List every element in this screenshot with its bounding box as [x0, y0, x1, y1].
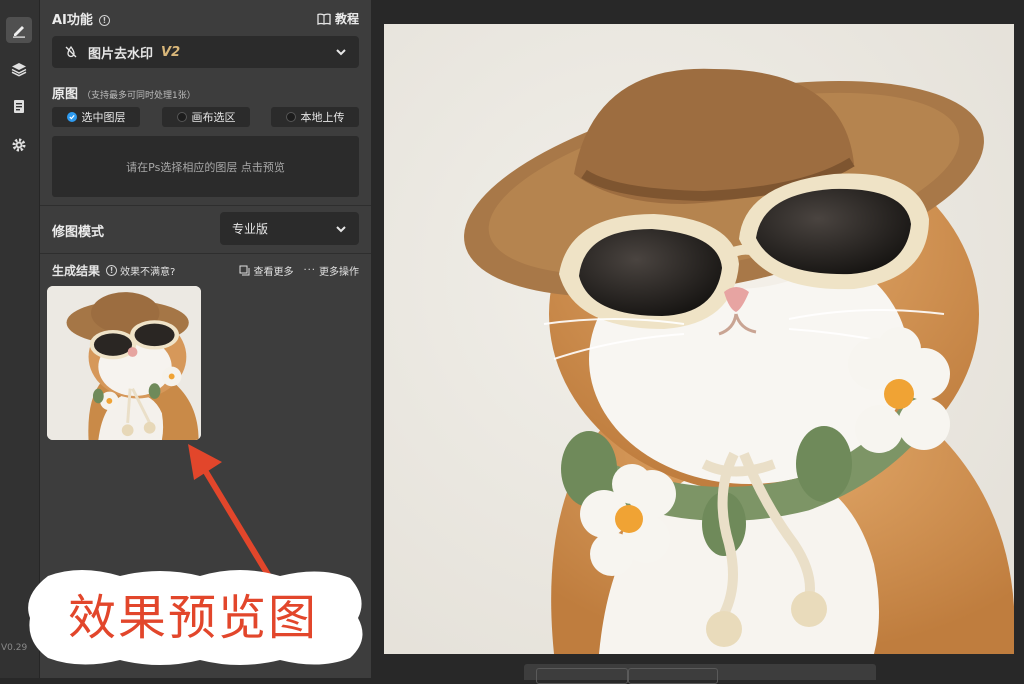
- divider: [40, 253, 371, 254]
- info-icon[interactable]: !: [98, 15, 110, 26]
- radio-checked-icon: [66, 112, 77, 122]
- gallery-icon: [239, 265, 250, 275]
- layers-icon: [11, 63, 27, 77]
- option-selected-layer[interactable]: 选中图层: [52, 107, 140, 127]
- settings-tool-button[interactable]: [6, 132, 32, 158]
- source-title: 原图 （支持最多可同时处理1张）: [52, 87, 196, 102]
- more-actions-link[interactable]: ··· 更多操作: [303, 263, 359, 278]
- source-drop-area[interactable]: 请在Ps选择相应的图层 点击预览: [52, 136, 359, 197]
- edit-tool-button[interactable]: [6, 17, 32, 43]
- info-icon: !: [106, 264, 118, 276]
- radio-unchecked-icon: [285, 112, 296, 122]
- notes-tool-button[interactable]: [6, 93, 32, 119]
- radio-unchecked-icon: [176, 112, 187, 122]
- ai-feature-title: AI功能!: [52, 9, 110, 28]
- mode-select[interactable]: 专业版: [220, 212, 359, 245]
- toolbar-button[interactable]: [536, 668, 628, 684]
- result-thumbnail[interactable]: [47, 286, 201, 440]
- layers-tool-button[interactable]: [6, 56, 32, 82]
- view-more-link[interactable]: 查看更多: [239, 263, 293, 278]
- cat-thumbnail-image: [47, 286, 201, 440]
- option-canvas-selection[interactable]: 画布选区: [162, 107, 250, 127]
- annotation-label: 效果预览图: [67, 590, 318, 646]
- chevron-down-icon: [336, 49, 346, 56]
- cat-preview-image: [384, 24, 1014, 654]
- source-hint: （支持最多可同时处理1张）: [82, 91, 196, 101]
- option-local-upload[interactable]: 本地上传: [271, 107, 359, 127]
- no-watermark-icon: [65, 45, 77, 58]
- canvas-area: [372, 0, 1024, 684]
- preview-image[interactable]: [384, 24, 1014, 654]
- feature-select[interactable]: 图片去水印 V2: [52, 36, 359, 68]
- tutorial-link[interactable]: 教程: [317, 10, 359, 27]
- feature-label: 图片去水印: [88, 46, 154, 62]
- ellipsis-icon: ···: [303, 264, 316, 276]
- divider: [40, 205, 371, 206]
- unsatisfied-link[interactable]: ! 效果不满意?: [106, 263, 175, 278]
- book-icon: [317, 12, 331, 25]
- pen-icon: [13, 26, 25, 38]
- mode-label: 修图模式: [52, 225, 105, 240]
- results-title: 生成结果: [52, 263, 101, 278]
- toolbar-button[interactable]: [628, 668, 718, 684]
- results-header: 生成结果 ! 效果不满意? 查看更多 ··· 更多操作: [52, 262, 359, 278]
- chevron-down-icon: [336, 226, 346, 233]
- version-badge: V2: [161, 44, 181, 60]
- clipboard-icon: [14, 100, 24, 113]
- gear-icon: [12, 138, 26, 152]
